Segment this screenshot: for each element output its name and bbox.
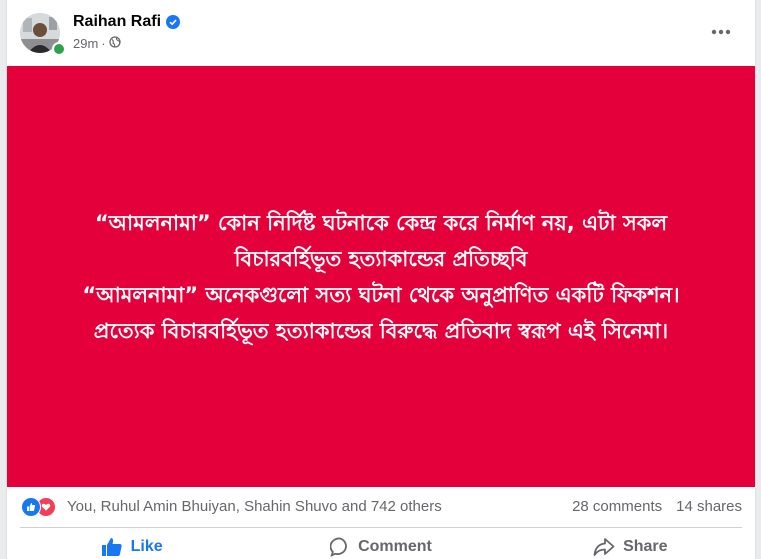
reactions-bar: You, Ruhul Amin Bhuiyan, Shahin Shuvo an…	[7, 487, 755, 527]
like-reaction-icon	[21, 497, 41, 517]
comment-bubble-icon	[330, 537, 347, 557]
reaction-icons[interactable]	[21, 497, 61, 517]
shares-count[interactable]: 14 shares	[676, 498, 742, 515]
author-name[interactable]: Raihan Rafi	[73, 13, 161, 31]
comments-count[interactable]: 28 comments	[572, 498, 662, 515]
like-label: Like	[130, 537, 163, 555]
post-text-background[interactable]: “আমলনামা” কোন নির্দিষ্ট ঘটনাকে কেন্দ্র ক…	[7, 66, 755, 487]
post-text-line: “আমলনামা” অনেকগুলো সত্য ঘটনা থেকে অনুপ্র…	[82, 282, 680, 307]
more-horizontal-icon	[711, 29, 731, 35]
online-status-dot	[52, 42, 66, 56]
verified-badge-icon	[166, 15, 181, 29]
comment-button[interactable]: Comment	[256, 528, 505, 559]
post-actions: Like Comment Share	[7, 528, 755, 559]
post-text-line: “আমলনামা” কোন নির্দিষ্ট ঘটনাকে কেন্দ্র ক…	[94, 210, 668, 235]
comment-label: Comment	[358, 537, 432, 555]
like-button[interactable]: Like	[7, 528, 256, 559]
post-text-line: বিচারবর্হিভূত হত্যাকান্ডের প্রতিচ্ছবি	[234, 246, 528, 271]
post-header: Raihan Rafi 29m ·	[7, 0, 755, 66]
globe-icon	[108, 35, 121, 51]
post-card: Raihan Rafi 29m · “আমলনামা” কোন নির্দিষ্…	[6, 0, 756, 559]
reactors-summary[interactable]: You, Ruhul Amin Bhuiyan, Shahin Shuvo an…	[67, 498, 442, 515]
thumbs-up-icon	[101, 537, 122, 556]
post-text-line: প্রত্যেক বিচারবর্হিভূত হত্যাকান্ডের বিরু…	[93, 318, 669, 343]
engagement-counts: 28 comments 14 shares	[572, 498, 742, 515]
share-button[interactable]: Share	[506, 528, 755, 559]
post-meta: 29m ·	[73, 35, 121, 51]
share-label: Share	[623, 537, 668, 555]
meta-separator: ·	[101, 35, 106, 51]
post-timestamp[interactable]: 29m	[73, 36, 98, 51]
author-line: Raihan Rafi	[73, 11, 181, 33]
share-arrow-icon	[593, 537, 615, 556]
more-options-button[interactable]	[703, 16, 739, 48]
